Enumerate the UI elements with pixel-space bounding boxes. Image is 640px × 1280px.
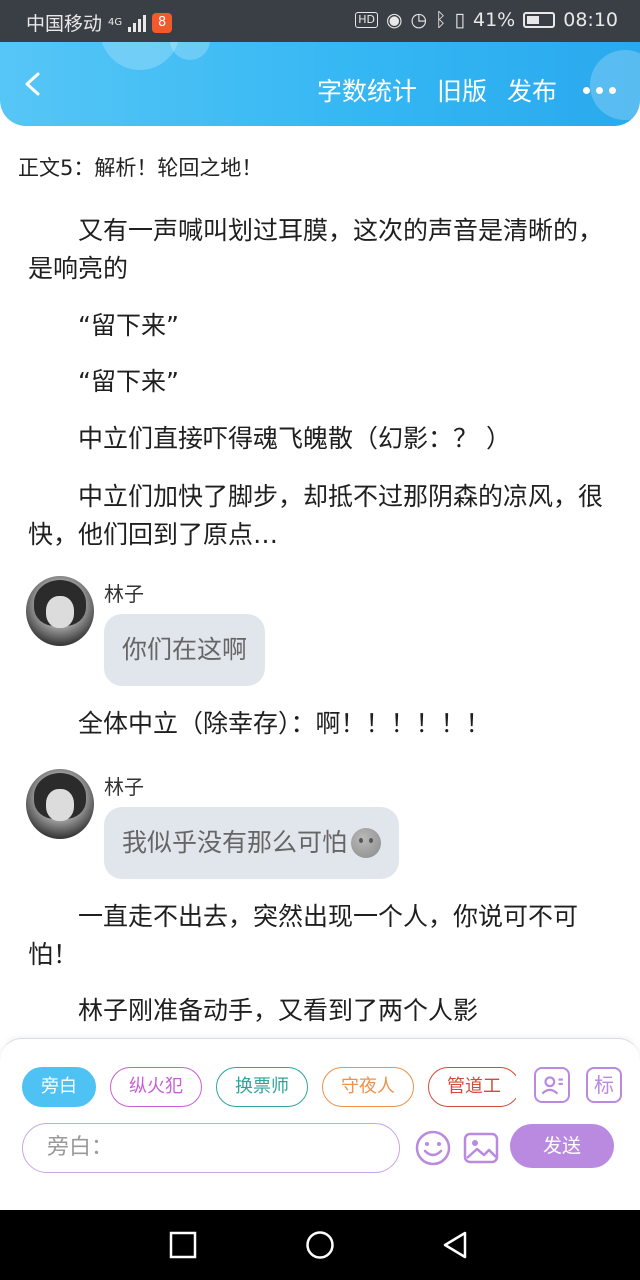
- role-chip-night-watch[interactable]: 守夜人: [322, 1067, 414, 1107]
- narration-input[interactable]: 旁白：: [22, 1123, 400, 1173]
- old-version-button[interactable]: 旧版: [437, 72, 487, 108]
- paragraph[interactable]: 全体中立（除幸存）：啊！！！！！！: [28, 705, 608, 743]
- paragraph[interactable]: 一直走不出去，突然出现一个人，你说可不可怕！: [28, 898, 608, 974]
- send-button[interactable]: 发送: [510, 1124, 614, 1168]
- role-chip-narrator[interactable]: 旁白: [22, 1067, 96, 1107]
- app-notification-badge: 8: [152, 12, 173, 33]
- status-bar: 中国移动 4G 8 HD ◉ ◷ ᛒ ▯ 41% 08:10: [0, 0, 640, 42]
- smiley-icon[interactable]: [414, 1129, 452, 1167]
- smiley-emoji-icon: [351, 828, 382, 858]
- chat-message[interactable]: 林子 我似乎没有那么可怕: [26, 769, 616, 889]
- eye-icon: ◉: [385, 9, 403, 31]
- word-count-button[interactable]: 字数统计: [317, 72, 417, 108]
- composer-panel: 旁白 纵火犯 换票师 守夜人 管道工 标 旁白： 发送: [0, 1038, 640, 1210]
- clock: 08:10: [563, 9, 618, 31]
- message-bubble[interactable]: 我似乎没有那么可怕: [104, 807, 400, 879]
- paragraph[interactable]: 又有一声喊叫划过耳膜，这次的声音是清晰的，是响亮的: [28, 212, 608, 288]
- role-chip-vote-swapper[interactable]: 换票师: [216, 1067, 308, 1107]
- circle-icon[interactable]: [305, 1230, 335, 1260]
- square-icon[interactable]: [168, 1230, 198, 1260]
- role-selector: 旁白 纵火犯 换票师 守夜人 管道工: [22, 1067, 516, 1107]
- image-icon[interactable]: [462, 1129, 500, 1167]
- battery-percent: 41%: [473, 9, 516, 31]
- paragraph[interactable]: 中立们直接吓得魂飞魄散（幻影：？ ）: [28, 420, 608, 458]
- publish-button[interactable]: 发布: [507, 72, 557, 108]
- avatar[interactable]: [26, 769, 94, 839]
- network-type: 4G: [108, 17, 123, 28]
- chevron-left-icon[interactable]: [22, 72, 46, 96]
- chapter-title: 正文5：解析！轮回之地！: [18, 156, 263, 180]
- nav-bar: 字数统计 旧版 发布: [0, 42, 640, 126]
- tag-icon[interactable]: 标: [586, 1067, 622, 1103]
- message-bubble[interactable]: 你们在这啊: [104, 614, 266, 686]
- triangle-back-icon[interactable]: [440, 1230, 470, 1260]
- bluetooth-icon: ᛒ: [435, 9, 447, 31]
- role-chip-plumber[interactable]: 管道工: [428, 1067, 516, 1107]
- vibrate-icon: ▯: [454, 9, 465, 31]
- paragraph[interactable]: 林子刚准备动手，又看到了两个人影: [28, 992, 608, 1030]
- battery-icon: [523, 12, 556, 28]
- header: 中国移动 4G 8 HD ◉ ◷ ᛒ ▯ 41% 08:10 字数统计 旧版 发…: [0, 0, 640, 126]
- more-dots-icon[interactable]: [583, 86, 616, 94]
- role-chip-arsonist[interactable]: 纵火犯: [110, 1067, 202, 1107]
- chat-message[interactable]: 林子 你们在这啊: [26, 576, 616, 696]
- sender-name: 林子: [104, 775, 144, 799]
- avatar[interactable]: [26, 576, 94, 646]
- alarm-icon: ◷: [410, 9, 428, 31]
- sender-name: 林子: [104, 582, 144, 606]
- carrier-label: 中国移动: [26, 13, 103, 35]
- paragraph[interactable]: “留下来”: [28, 363, 608, 401]
- system-nav-bar: [0, 1210, 640, 1280]
- paragraph[interactable]: 中立们加快了脚步，却抵不过那阴森的凉风，很快，他们回到了原点…: [28, 478, 608, 554]
- hd-icon: HD: [355, 12, 378, 28]
- contact-card-icon[interactable]: [534, 1067, 570, 1103]
- paragraph[interactable]: “留下来”: [28, 307, 608, 345]
- signal-icon: [128, 14, 147, 32]
